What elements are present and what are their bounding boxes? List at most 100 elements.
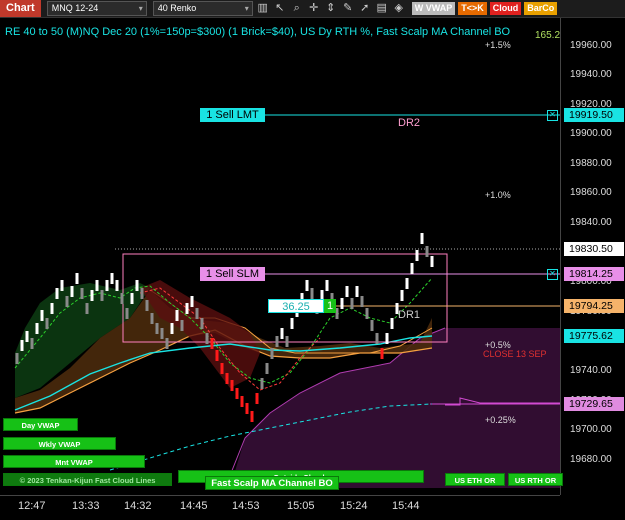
- renko-brick: [385, 333, 389, 344]
- renko-brick: [285, 336, 289, 347]
- renko-brick: [390, 318, 394, 329]
- time-tick: 14:53: [232, 500, 260, 512]
- wkly-vwap-button[interactable]: Wkly VWAP: [3, 437, 116, 450]
- cancel-slm-icon[interactable]: ✕: [547, 269, 558, 280]
- price-axis[interactable]: 19960.00 19940.00 19920.00 19900.00 19880.00…: [560, 18, 625, 495]
- price-tag: 19814.25: [564, 267, 624, 281]
- vwap-button[interactable]: W VWAP: [411, 2, 456, 15]
- sell-lmt-order[interactable]: 1 Sell LMT: [200, 108, 265, 122]
- renko-brick: [410, 263, 414, 274]
- time-tick: 13:33: [72, 500, 100, 512]
- time-tick: 15:24: [340, 500, 368, 512]
- renko-brick: [155, 323, 159, 334]
- renko-brick: [125, 308, 129, 319]
- price-tick: 19900.00: [570, 128, 612, 139]
- renko-brick: [25, 331, 29, 342]
- us-rth-or-button[interactable]: US RTH OR: [508, 473, 563, 486]
- cancel-lmt-icon[interactable]: ✕: [547, 110, 558, 121]
- renko-brick: [265, 363, 269, 374]
- chart-tab[interactable]: Chart: [0, 0, 41, 17]
- renko-brick: [170, 323, 174, 334]
- renko-brick: [135, 280, 139, 291]
- price-tick: 19740.00: [570, 365, 612, 376]
- renko-brick: [45, 318, 49, 329]
- price-tag: 19830.50: [564, 242, 624, 256]
- text-icon[interactable]: ◈: [392, 2, 406, 15]
- barco-button[interactable]: BarCo: [524, 2, 558, 15]
- renko-brick: [105, 280, 109, 291]
- zoom-icon[interactable]: ⌕: [290, 2, 304, 15]
- price-tag: 19729.65: [564, 397, 624, 411]
- crosshair-icon[interactable]: ✛: [307, 2, 321, 15]
- pct-025-label: +0.25%: [485, 415, 516, 425]
- renko-brick: [310, 288, 314, 299]
- time-tick: 14:32: [124, 500, 152, 512]
- renko-brick: [185, 303, 189, 314]
- us-eth-or-button[interactable]: US ETH OR: [445, 473, 505, 486]
- dr1-label: DR1: [398, 309, 421, 321]
- price-tick: 19840.00: [570, 217, 612, 228]
- chart-plot[interactable]: [0, 18, 560, 495]
- pointer-icon[interactable]: ↖: [273, 2, 287, 15]
- price-tag: 19775.62: [564, 329, 624, 343]
- cursor-icon[interactable]: ➚: [358, 2, 372, 15]
- tk-cloud-lines-button[interactable]: © 2023 Tenkan-Kijun Fast Cloud Lines: [3, 473, 172, 486]
- tk-button[interactable]: T<>K: [458, 2, 487, 15]
- renko-brick: [40, 310, 44, 321]
- sell-slm-order[interactable]: 1 Sell SLM: [200, 267, 265, 281]
- price-tag: 19919.50: [564, 108, 624, 122]
- renko-brick: [405, 278, 409, 289]
- price-tick: 19960.00: [570, 40, 612, 51]
- renko-brick: [230, 380, 234, 391]
- renko-brick: [95, 280, 99, 291]
- fast-scalp-button[interactable]: Fast Scalp MA Channel BO: [205, 476, 339, 490]
- bar-type-selector[interactable]: 40 Renko ▾: [152, 1, 253, 16]
- close-label: CLOSE 13 SEP: [483, 349, 547, 359]
- renko-brick: [355, 286, 359, 297]
- renko-brick: [415, 250, 419, 261]
- pct-15-label: +1.5%: [485, 40, 511, 50]
- instrument-selector[interactable]: MNQ 12-24 ▾: [46, 1, 147, 16]
- renko-brick: [280, 328, 284, 339]
- renko-brick: [245, 403, 249, 414]
- cloud-button[interactable]: Cloud: [489, 2, 522, 15]
- time-tick: 15:44: [392, 500, 420, 512]
- time-axis[interactable]: 12:47 13:33 14:32 14:45 14:53 15:05 15:24 15:44: [0, 495, 560, 520]
- renko-brick: [70, 286, 74, 297]
- renko-brick: [50, 303, 54, 314]
- renko-brick: [255, 393, 259, 404]
- renko-brick: [430, 256, 434, 267]
- renko-brick: [325, 280, 329, 291]
- pnl-value-box[interactable]: 36.25: [268, 299, 324, 313]
- renko-brick: [360, 296, 364, 307]
- mnt-vwap-button[interactable]: Mnt VWAP: [3, 455, 145, 468]
- price-tick: 19940.00: [570, 69, 612, 80]
- renko-brick: [145, 300, 149, 311]
- templates-icon[interactable]: ▤: [375, 2, 389, 15]
- bar-style-icon[interactable]: ▥: [256, 2, 270, 15]
- chevron-down-icon: ▾: [138, 4, 143, 13]
- renko-brick: [55, 288, 59, 299]
- renko-brick: [340, 298, 344, 309]
- renko-brick: [160, 328, 164, 339]
- instrument-label: MNQ 12-24: [51, 3, 99, 13]
- bar-type-label: 40 Renko: [157, 3, 197, 13]
- position-qty-box[interactable]: 1: [324, 299, 336, 313]
- renko-brick: [270, 348, 274, 359]
- renko-brick: [190, 296, 194, 307]
- day-vwap-button[interactable]: Day VWAP: [3, 418, 78, 431]
- renko-brick: [200, 318, 204, 329]
- scale-icon[interactable]: ⇕: [324, 2, 338, 15]
- dr2-label: DR2: [398, 117, 421, 129]
- time-tick: 15:05: [287, 500, 315, 512]
- renko-brick: [380, 348, 384, 359]
- chart-header: RE 40 to 50 (M)NQ Dec 20 (1%=150p=$300) …: [5, 26, 511, 38]
- renko-brick: [290, 318, 294, 329]
- renko-brick: [35, 323, 39, 334]
- renko-brick: [350, 298, 354, 309]
- renko-brick: [15, 353, 19, 364]
- renko-brick: [365, 308, 369, 319]
- renko-brick: [85, 303, 89, 314]
- drawing-icon[interactable]: ✎: [341, 2, 355, 15]
- renko-brick: [165, 338, 169, 349]
